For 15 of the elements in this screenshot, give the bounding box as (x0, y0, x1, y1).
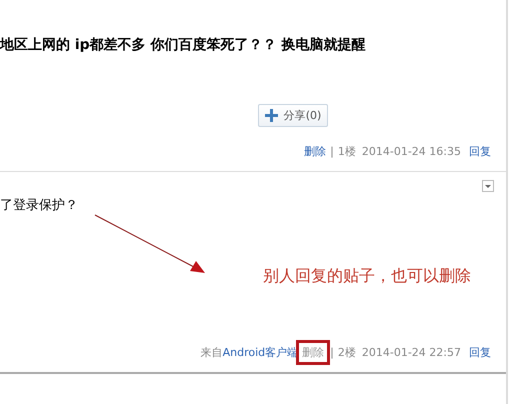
separator: | (330, 145, 334, 158)
post-time: 2014-01-24 16:35 (362, 145, 461, 158)
post-text: 了登录保护？ (0, 197, 78, 214)
reply-link[interactable]: 回复 (469, 345, 491, 360)
annotation-text: 别人回复的贴子，也可以删除 (263, 266, 471, 287)
floor-number: 2楼 (338, 345, 356, 360)
post-time: 2014-01-24 22:57 (362, 346, 461, 359)
reply-link[interactable]: 回复 (469, 144, 491, 159)
source-label: 来自 (200, 345, 223, 360)
dropdown-icon[interactable] (482, 180, 494, 192)
separator: | (330, 346, 334, 359)
plus-icon (264, 109, 278, 122)
floor-number: 1楼 (338, 144, 356, 159)
share-button[interactable]: 分享(0) (258, 104, 328, 127)
delete-link[interactable]: 删除 (304, 144, 326, 159)
